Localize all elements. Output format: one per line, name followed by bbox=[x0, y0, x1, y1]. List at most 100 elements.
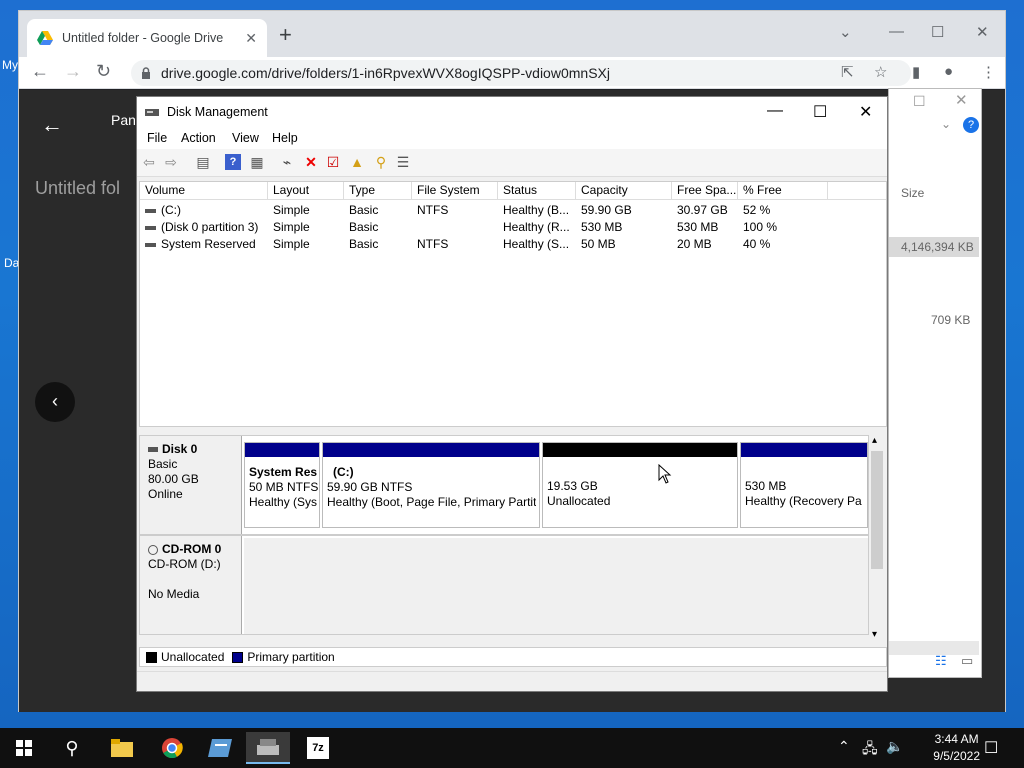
search-icon[interactable]: ⚲ bbox=[50, 732, 94, 764]
menu-action[interactable]: Action bbox=[181, 131, 216, 145]
scroll-thumb[interactable] bbox=[871, 451, 883, 569]
partition-unallocated[interactable]: 19.53 GB Unallocated bbox=[542, 442, 738, 528]
title-bar[interactable]: Disk Management — ☐ ✕ bbox=[137, 97, 887, 127]
minimize-icon[interactable]: — bbox=[889, 23, 904, 40]
partition-status: Unallocated bbox=[547, 494, 611, 508]
maximize-icon[interactable]: ☐ bbox=[813, 102, 827, 122]
folder-up-icon[interactable]: ▲ bbox=[349, 154, 365, 170]
help-icon[interactable]: ? bbox=[963, 117, 979, 133]
properties-icon[interactable]: ▦ bbox=[249, 154, 265, 170]
column-header-volume[interactable]: Volume bbox=[140, 182, 268, 200]
scroll-up-icon[interactable]: ▴ bbox=[872, 435, 877, 446]
table-row[interactable]: (Disk 0 partition 3) bbox=[140, 220, 268, 237]
notifications-icon[interactable]: ☐ bbox=[984, 738, 998, 758]
large-icons-view-icon[interactable]: ▭ bbox=[961, 653, 973, 669]
start-button[interactable] bbox=[2, 732, 46, 764]
partition-c-drive[interactable]: (C:) 59.90 GB NTFS Healthy (Boot, Page F… bbox=[322, 442, 540, 528]
maximize-icon[interactable]: ☐ bbox=[931, 23, 944, 41]
side-panel-icon[interactable]: ▮ bbox=[912, 63, 920, 81]
file-explorer-icon[interactable] bbox=[100, 732, 144, 764]
tab-search-icon[interactable]: ⌄ bbox=[839, 23, 852, 41]
drive-icon bbox=[145, 208, 156, 213]
address-bar[interactable]: drive.google.com/drive/folders/1-in6Rpve… bbox=[131, 60, 911, 86]
column-header-file-system[interactable]: File System bbox=[412, 182, 498, 200]
desktop-icon-label[interactable]: My bbox=[2, 58, 18, 72]
network-icon[interactable]: 🖧 bbox=[862, 738, 878, 762]
column-header-percent-free[interactable]: % Free bbox=[738, 182, 828, 200]
column-header-capacity[interactable]: Capacity bbox=[576, 182, 672, 200]
drive-icon bbox=[145, 242, 156, 247]
cdrom-0-label[interactable]: CD-ROM 0 CD-ROM (D:) No Media bbox=[140, 536, 242, 634]
vertical-scrollbar[interactable]: ▴ ▾ bbox=[869, 435, 885, 645]
taskbar: ⚲ 7z ⌃ 🖧 🔈 3:44 AM 9/5/2022 ☐ bbox=[0, 728, 1024, 768]
file-size: 4,146,394 KB bbox=[901, 240, 974, 254]
browser-tab[interactable]: Untitled folder - Google Drive ✕ bbox=[27, 19, 267, 57]
share-icon[interactable]: ⇱ bbox=[841, 63, 854, 81]
column-header-type[interactable]: Type bbox=[344, 182, 412, 200]
column-header-free-space[interactable]: Free Spa... bbox=[672, 182, 738, 200]
menu-view[interactable]: View bbox=[232, 131, 259, 145]
volume-list: Volume Layout Type File System Status Ca… bbox=[139, 181, 887, 427]
disk-0-label[interactable]: Disk 0 Basic 80.00 GB Online bbox=[140, 436, 242, 534]
cell-percent-free: 52 % bbox=[743, 203, 771, 217]
cell-volume: System Reserved bbox=[161, 237, 256, 251]
delete-icon[interactable]: ✕ bbox=[303, 154, 319, 170]
column-header-status[interactable]: Status bbox=[498, 182, 576, 200]
forward-icon[interactable]: → bbox=[64, 61, 82, 82]
partition-recovery[interactable]: 530 MB Healthy (Recovery Pa bbox=[740, 442, 868, 528]
folder-search-icon[interactable]: ⚲ bbox=[373, 154, 389, 170]
tab-strip: Untitled folder - Google Drive ✕ + ⌄ — ☐… bbox=[19, 11, 1005, 57]
table-row[interactable]: System Reserved bbox=[140, 237, 268, 254]
column-header-layout[interactable]: Layout bbox=[268, 182, 344, 200]
chevron-down-icon[interactable]: ⌄ bbox=[941, 117, 951, 131]
minimize-icon[interactable]: — bbox=[767, 102, 783, 120]
partition-size: 530 MB bbox=[745, 479, 787, 493]
new-tab-button[interactable]: + bbox=[279, 24, 292, 46]
volume-icon[interactable]: 🔈 bbox=[886, 738, 903, 755]
console-tree-icon[interactable]: ▤ bbox=[195, 154, 211, 170]
cd-icon bbox=[148, 544, 158, 555]
legend: Unallocated Primary partition bbox=[139, 647, 887, 667]
bookmark-star-icon[interactable]: ☆ bbox=[874, 63, 887, 81]
maximize-icon[interactable]: ☐ bbox=[913, 93, 926, 110]
7zip-icon[interactable]: 7z bbox=[296, 732, 340, 764]
show-hidden-icons[interactable]: ⌃ bbox=[838, 738, 850, 755]
settings-list-icon[interactable]: ☰ bbox=[395, 154, 411, 170]
window-title: Disk Management bbox=[167, 105, 268, 119]
cell-layout: Simple bbox=[273, 237, 310, 251]
connect-disk-icon[interactable]: ⌁ bbox=[279, 154, 295, 170]
back-icon[interactable]: ⇦ bbox=[141, 154, 157, 170]
cell-status: Healthy (R... bbox=[503, 220, 570, 234]
back-arrow-icon[interactable]: ← bbox=[41, 112, 63, 138]
disk-drive-icon bbox=[257, 739, 279, 755]
drive-icon bbox=[145, 225, 156, 230]
server-manager-icon[interactable] bbox=[198, 732, 242, 764]
column-header-size[interactable]: Size bbox=[901, 186, 924, 200]
scroll-down-icon[interactable]: ▾ bbox=[872, 629, 877, 640]
help-icon[interactable]: ? bbox=[225, 154, 241, 170]
close-window-icon[interactable]: ✕ bbox=[976, 23, 989, 41]
close-tab-icon[interactable]: ✕ bbox=[245, 30, 257, 47]
cell-capacity: 530 MB bbox=[581, 220, 623, 234]
details-view-icon[interactable]: ☷ bbox=[935, 653, 947, 669]
table-row[interactable]: (C:) bbox=[140, 203, 268, 220]
menu-help[interactable]: Help bbox=[272, 131, 298, 145]
file-size: 709 KB bbox=[931, 313, 971, 327]
clock[interactable]: 3:44 AM 9/5/2022 bbox=[933, 731, 980, 765]
forward-icon[interactable]: ⇨ bbox=[163, 154, 179, 170]
previous-icon[interactable]: ‹ bbox=[35, 382, 75, 422]
menu-kebab-icon[interactable]: ⋮ bbox=[981, 63, 996, 81]
back-icon[interactable]: ← bbox=[31, 61, 49, 82]
file-explorer-window: ☐ ✕ ⌄ ? Size 4,146,394 KB 709 KB ☷ ▭ bbox=[888, 88, 982, 678]
cell-status: Healthy (B... bbox=[503, 203, 570, 217]
clock-date: 9/5/2022 bbox=[933, 749, 980, 763]
profile-avatar-icon[interactable]: ● bbox=[944, 63, 953, 80]
reload-icon[interactable]: ↻ bbox=[96, 61, 111, 82]
partition-system-reserved[interactable]: System Res 50 MB NTFS Healthy (Sys bbox=[244, 442, 320, 528]
close-window-icon[interactable]: ✕ bbox=[955, 91, 968, 109]
chrome-icon[interactable] bbox=[150, 732, 194, 764]
menu-file[interactable]: File bbox=[147, 131, 167, 145]
disk-management-taskbar-icon[interactable] bbox=[246, 732, 290, 764]
check-icon[interactable]: ☑ bbox=[325, 154, 341, 170]
close-window-icon[interactable]: ✕ bbox=[859, 102, 872, 122]
